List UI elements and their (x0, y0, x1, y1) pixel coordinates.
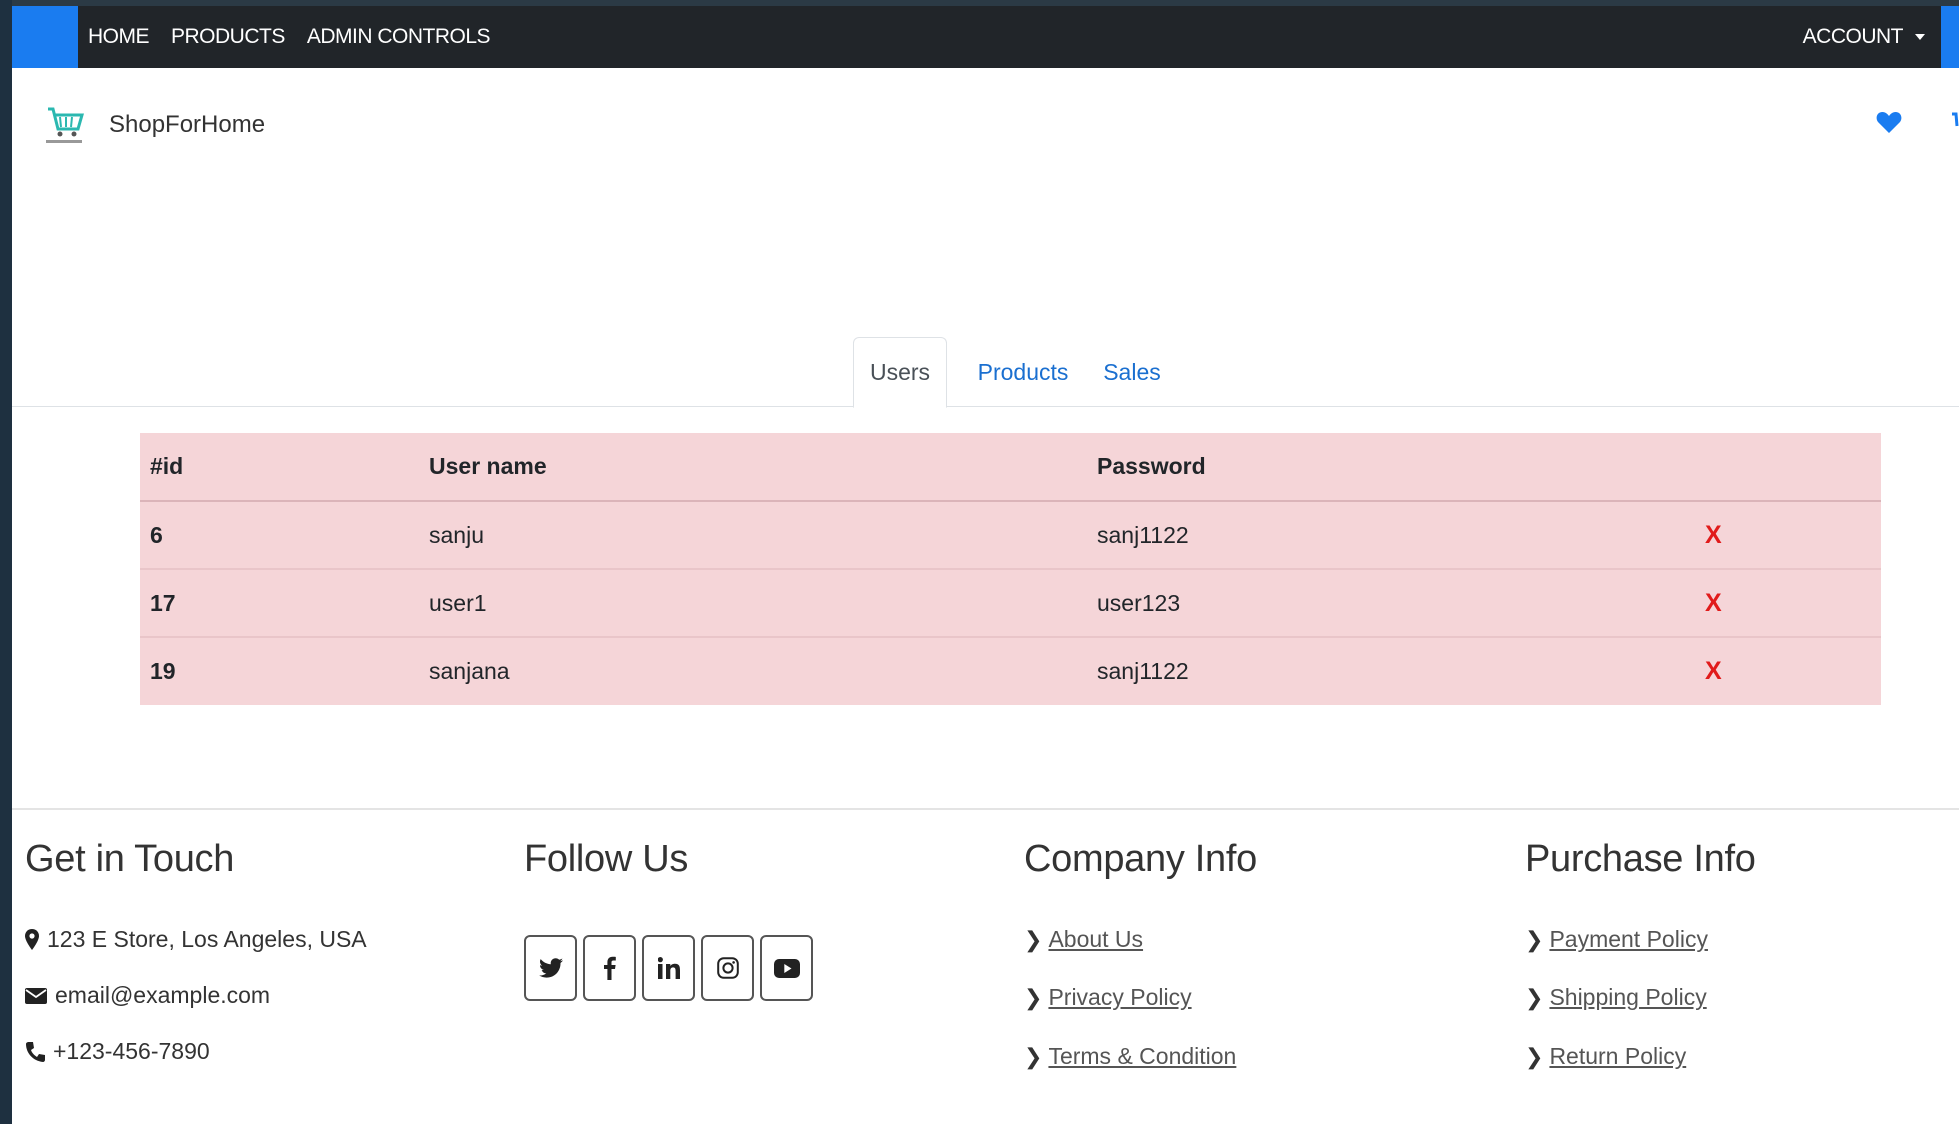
link-label: Terms & Condition (1048, 1043, 1237, 1069)
cell-password: sanj1122 (1087, 500, 1695, 569)
terms-condition-link[interactable]: ❯ Terms & Condition (1024, 1043, 1236, 1070)
footer-divider (12, 808, 1959, 810)
page: HOME PRODUCTS ADMIN CONTROLS ACCOUNT Sho… (12, 0, 1959, 1124)
caret-down-icon (1915, 34, 1925, 40)
nav-link-home[interactable]: HOME (88, 25, 150, 49)
delete-user-button[interactable]: X (1705, 589, 1722, 617)
chevron-right-icon: ❯ (1024, 984, 1043, 1010)
social-links (524, 935, 819, 1001)
footer-company-info: Company Info ❯ About Us ❯ Privacy Policy… (1024, 838, 1257, 1069)
navbar-brand-block[interactable] (12, 6, 78, 68)
table-row: 6 sanju sanj1122 X (140, 500, 1881, 569)
nav-link-admin-controls[interactable]: ADMIN CONTROLS (307, 25, 491, 49)
linkedin-button[interactable] (642, 935, 695, 1001)
youtube-button[interactable] (760, 935, 813, 1001)
link-label: Shipping Policy (1549, 984, 1707, 1010)
footer-get-in-touch: Get in Touch 123 E Store, Los Angeles, U… (25, 838, 367, 1064)
instagram-button[interactable] (701, 935, 754, 1001)
heart-icon[interactable] (1876, 110, 1902, 134)
footer-follow-us: Follow Us (524, 838, 813, 1001)
table-row: 19 sanjana sanj1122 X (140, 636, 1881, 705)
shipping-policy-link[interactable]: ❯ Shipping Policy (1525, 984, 1707, 1011)
cell-password: sanj1122 (1087, 636, 1695, 705)
users-table: #id User name Password 6 sanju sanj1122 … (140, 433, 1881, 705)
column-header-password: Password (1087, 433, 1695, 502)
chevron-right-icon: ❯ (1024, 926, 1043, 952)
shopping-cart-logo-icon[interactable] (42, 103, 86, 147)
return-policy-link[interactable]: ❯ Return Policy (1525, 1043, 1686, 1070)
brand-name[interactable]: ShopForHome (109, 111, 265, 139)
admin-tabs: Users Products Sales (12, 337, 1959, 408)
cell-id: 6 (140, 500, 419, 569)
contact-address: 123 E Store, Los Angeles, USA (25, 926, 367, 953)
cell-id: 19 (140, 636, 419, 705)
privacy-policy-link[interactable]: ❯ Privacy Policy (1024, 984, 1192, 1011)
footer-heading: Company Info (1024, 838, 1257, 880)
tab-products[interactable]: Products (960, 337, 1086, 407)
phone-icon (26, 1041, 45, 1062)
about-us-link[interactable]: ❯ About Us (1024, 926, 1143, 953)
contact-phone: +123-456-7890 (25, 1038, 210, 1065)
tab-sales[interactable]: Sales (1092, 337, 1172, 407)
linkedin-icon (657, 957, 680, 979)
tab-users[interactable]: Users (853, 337, 947, 408)
chevron-right-icon: ❯ (1525, 984, 1544, 1010)
contact-email: email@example.com (25, 982, 270, 1009)
column-header-username: User name (419, 433, 1087, 502)
chevron-right-icon: ❯ (1525, 926, 1544, 952)
table-row: 17 user1 user123 X (140, 568, 1881, 637)
chevron-right-icon: ❯ (1525, 1043, 1544, 1069)
payment-policy-link[interactable]: ❯ Payment Policy (1525, 926, 1708, 953)
envelope-icon (25, 987, 47, 1004)
contact-address-text: 123 E Store, Los Angeles, USA (47, 926, 367, 952)
chevron-right-icon: ❯ (1024, 1043, 1043, 1069)
brand-row: ShopForHome (12, 95, 1959, 155)
twitter-button[interactable] (524, 935, 577, 1001)
cart-icon[interactable] (1950, 110, 1959, 134)
contact-phone-text: +123-456-7890 (53, 1038, 210, 1064)
facebook-icon (604, 956, 616, 980)
desktop-edge (0, 0, 12, 1124)
navbar-links: HOME PRODUCTS ADMIN CONTROLS (88, 25, 512, 49)
cell-username: sanju (419, 500, 1087, 569)
table-header-row: #id User name Password (140, 433, 1881, 502)
link-label: About Us (1048, 926, 1144, 952)
footer-heading: Purchase Info (1525, 838, 1756, 880)
top-navbar: HOME PRODUCTS ADMIN CONTROLS ACCOUNT (12, 6, 1959, 68)
twitter-icon (538, 958, 563, 978)
link-label: Privacy Policy (1048, 984, 1192, 1010)
contact-email-text: email@example.com (55, 982, 271, 1008)
cell-username: sanjana (419, 636, 1087, 705)
nav-link-products[interactable]: PRODUCTS (171, 25, 285, 49)
account-dropdown[interactable]: ACCOUNT (1803, 6, 1925, 68)
youtube-icon (773, 958, 800, 978)
footer-purchase-info: Purchase Info ❯ Payment Policy ❯ Shippin… (1525, 838, 1756, 1069)
facebook-button[interactable] (583, 935, 636, 1001)
link-label: Payment Policy (1549, 926, 1708, 952)
cell-password: user123 (1087, 568, 1695, 637)
column-header-id: #id (140, 433, 419, 502)
navbar-right-block (1941, 6, 1959, 68)
instagram-icon (716, 957, 739, 979)
delete-user-button[interactable]: X (1705, 521, 1722, 549)
column-header-action (1695, 433, 1881, 502)
map-marker-icon (25, 928, 39, 950)
account-label: ACCOUNT (1802, 25, 1904, 48)
cell-id: 17 (140, 568, 419, 637)
link-label: Return Policy (1549, 1043, 1687, 1069)
footer-heading: Get in Touch (25, 838, 235, 880)
cell-username: user1 (419, 568, 1087, 637)
delete-user-button[interactable]: X (1705, 657, 1722, 685)
footer-heading: Follow Us (524, 838, 689, 880)
